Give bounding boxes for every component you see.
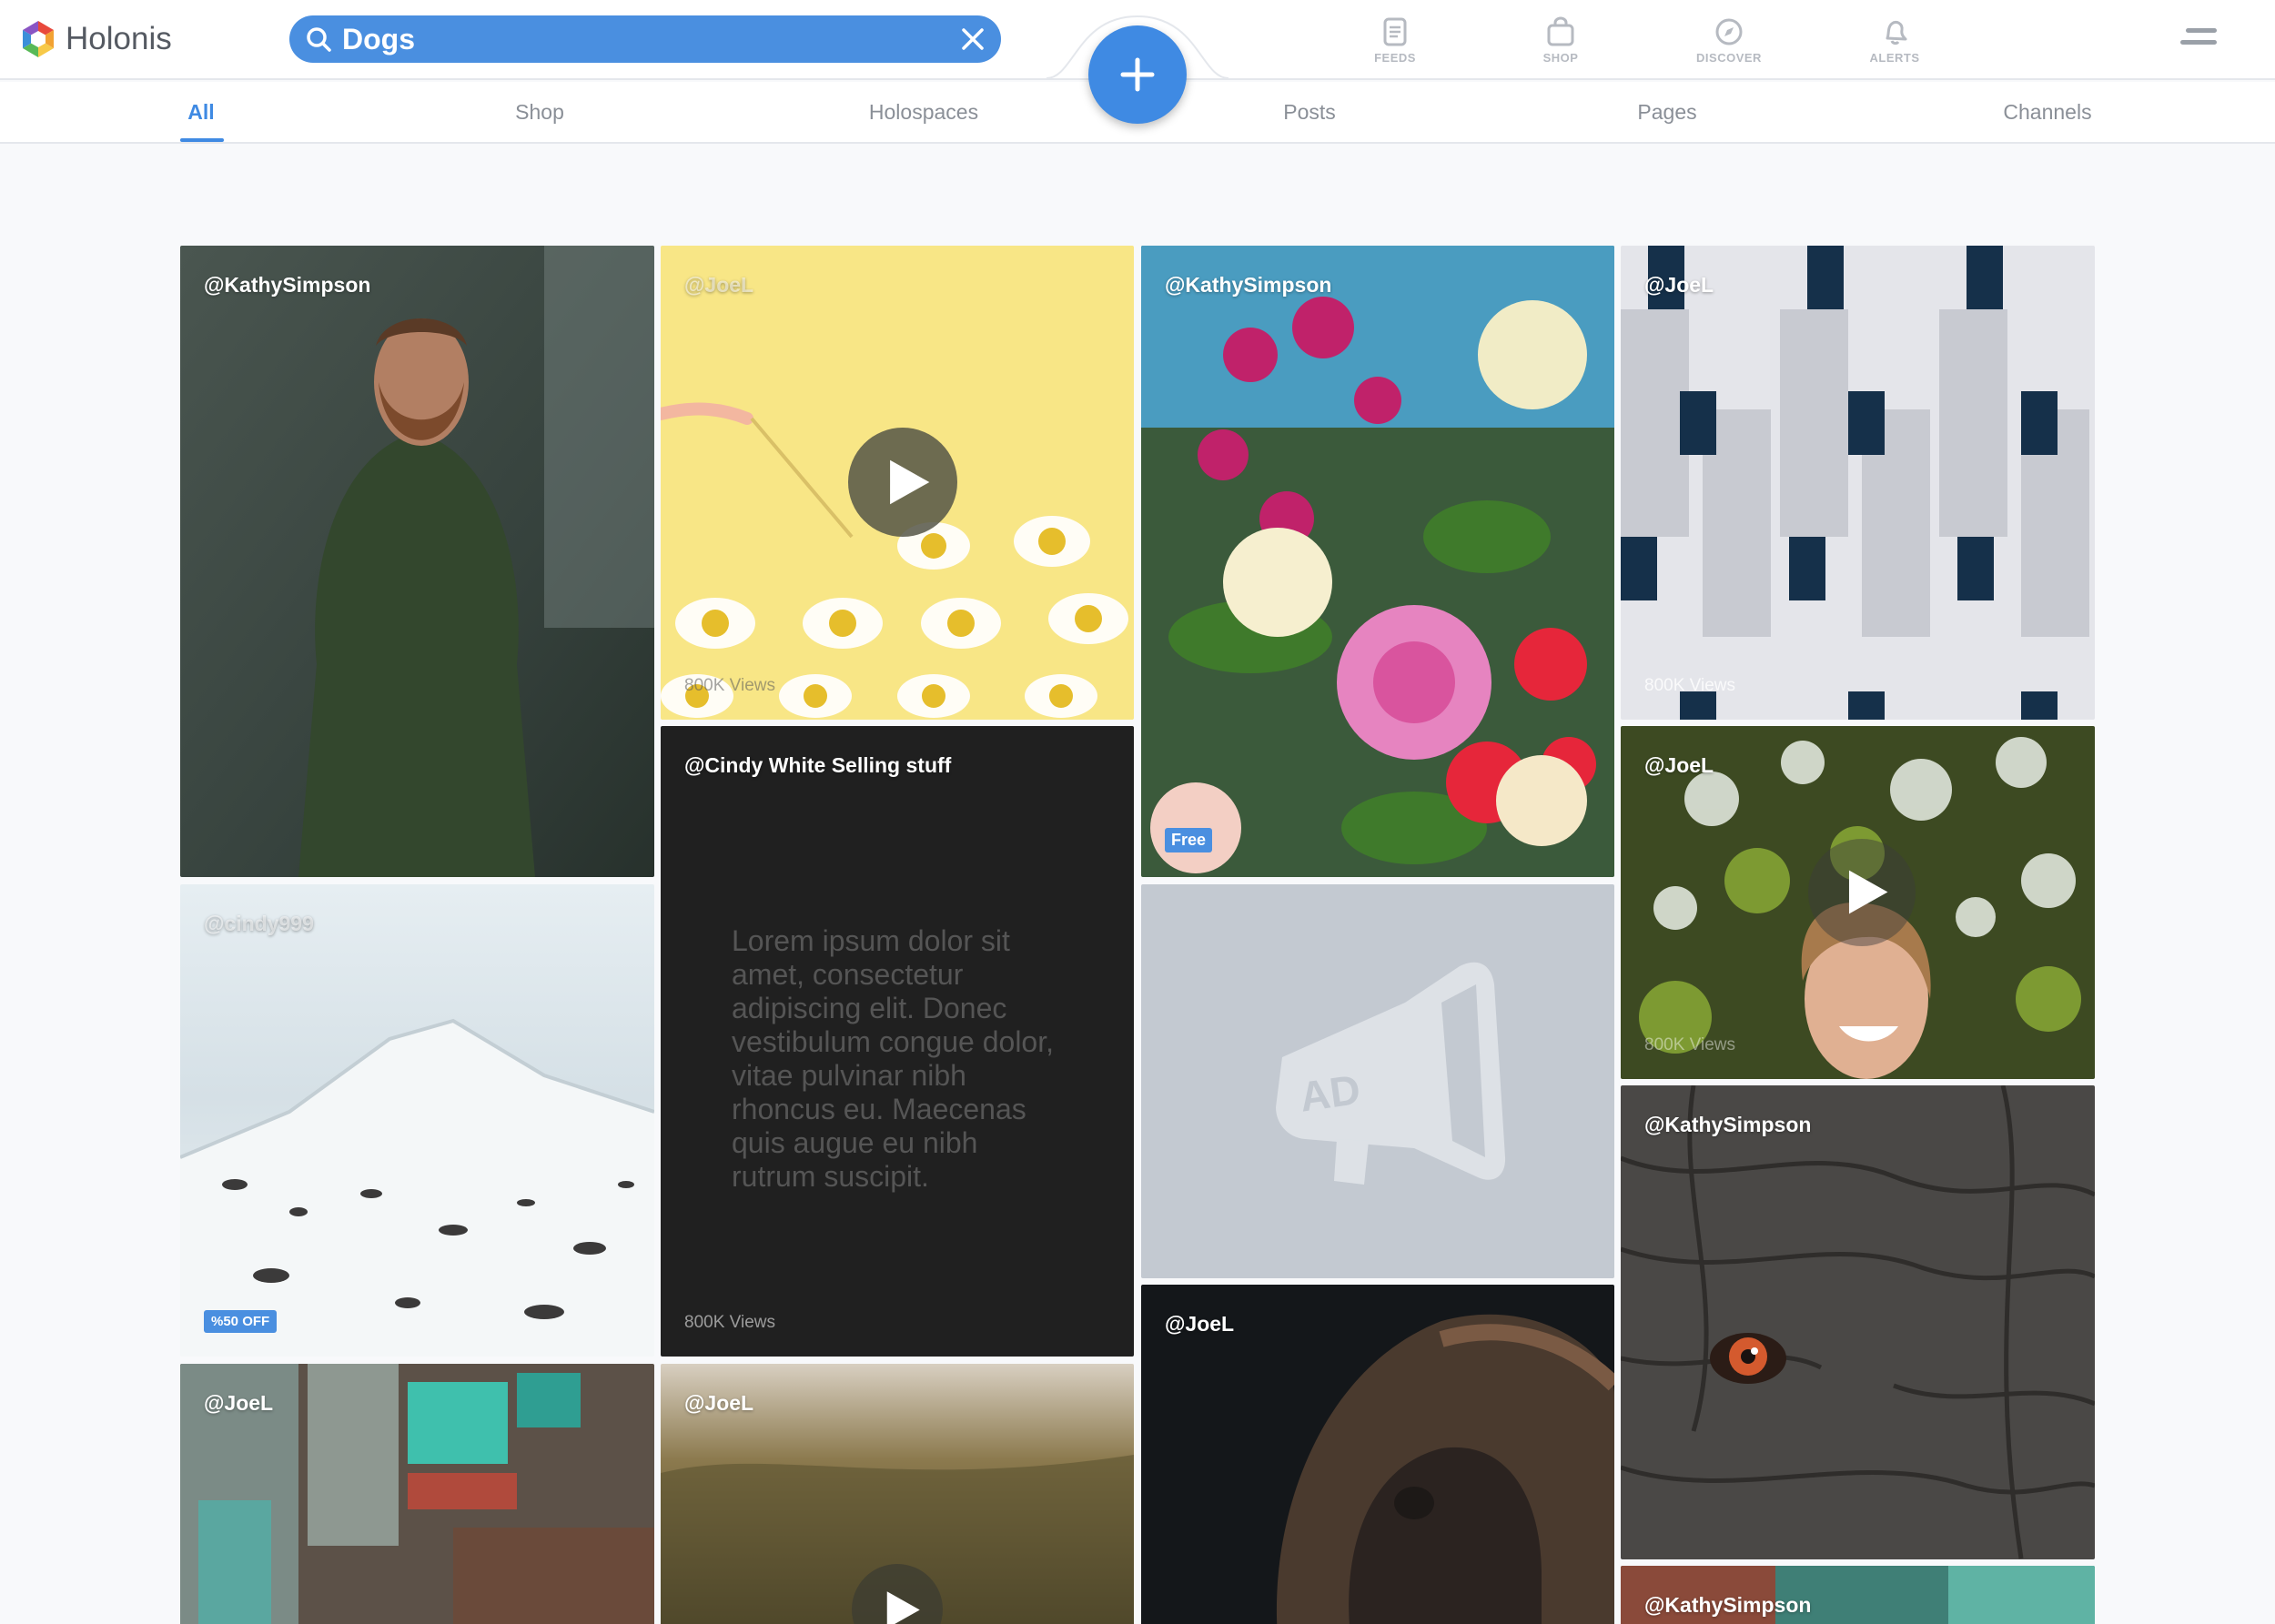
ad-card[interactable]: AD xyxy=(1141,884,1614,1278)
card-username: @cindy999 xyxy=(204,912,314,935)
app-name: Holonis xyxy=(66,21,172,56)
tab-posts[interactable]: Posts xyxy=(1283,100,1336,125)
post-text: Lorem ipsum dolor sit amet, consectetur … xyxy=(732,924,1054,1193)
play-icon xyxy=(1849,871,1888,914)
post-image xyxy=(180,884,654,1357)
search-input[interactable] xyxy=(342,22,959,56)
post-image xyxy=(180,246,654,877)
price-badge: Free xyxy=(1165,828,1213,852)
nav-shop-label: SHOP xyxy=(1542,51,1579,65)
nav-feeds[interactable]: FEEDS xyxy=(1345,16,1445,67)
discount-badge: %50 OFF xyxy=(204,1310,278,1333)
view-count: 800K Views xyxy=(1644,1035,1735,1054)
close-icon[interactable] xyxy=(959,25,986,53)
video-card[interactable]: @JoeL 800K Views xyxy=(1621,726,2095,1079)
card-username: @JoeL xyxy=(1644,273,1714,297)
hamburger-icon[interactable] xyxy=(2179,25,2222,53)
view-count: 800K Views xyxy=(1644,676,1735,695)
search-bar[interactable] xyxy=(289,15,1001,63)
nav-alerts[interactable]: ALERTS xyxy=(1845,16,1945,67)
nav-shop[interactable]: SHOP xyxy=(1511,16,1611,67)
post-card[interactable]: @cindy999 %50 OFF xyxy=(180,884,654,1357)
app-logo[interactable]: Holonis xyxy=(18,18,172,60)
play-icon xyxy=(886,1590,920,1624)
plus-icon xyxy=(1120,57,1155,92)
create-button[interactable] xyxy=(1088,25,1187,124)
card-username: @JoeL xyxy=(684,1391,754,1415)
post-image xyxy=(1141,246,1614,877)
bell-icon xyxy=(1886,20,1907,45)
card-username: @KathySimpson xyxy=(1165,273,1332,297)
text-post-card[interactable]: @Cindy White Selling stuff Lorem ipsum d… xyxy=(661,726,1134,1357)
nav-alerts-label: ALERTS xyxy=(1869,51,1920,65)
play-button[interactable] xyxy=(848,428,957,537)
card-username: @KathySimpson xyxy=(204,273,371,297)
tab-shop[interactable]: Shop xyxy=(515,100,564,125)
card-username: @KathySimpson xyxy=(1644,1113,1812,1136)
card-username: @Cindy White Selling stuff xyxy=(684,753,952,777)
megaphone-icon: AD xyxy=(1276,962,1506,1185)
tab-all[interactable]: All xyxy=(187,100,214,125)
post-card[interactable]: @KathySimpson xyxy=(1621,1085,2095,1559)
card-username: @JoeL xyxy=(1644,753,1714,777)
holonis-logo-icon xyxy=(23,21,54,57)
post-image xyxy=(1621,246,2095,720)
play-icon xyxy=(889,459,930,505)
view-count: 800K Views xyxy=(684,676,775,695)
active-tab-indicator xyxy=(180,138,224,142)
card-username: @JoeL xyxy=(1165,1312,1235,1336)
results-grid: @KathySimpson @cindy999 %50 OFF @JoeL @J… xyxy=(0,0,2275,1624)
post-card[interactable]: @KathySimpson xyxy=(180,246,654,877)
tab-holospaces[interactable]: Holospaces xyxy=(869,100,978,125)
shop-bag-icon xyxy=(1547,16,1574,46)
post-image xyxy=(1621,1085,2095,1559)
card-username: @JoeL xyxy=(204,1391,274,1415)
feeds-icon xyxy=(1383,17,1407,46)
card-username: @JoeL xyxy=(684,273,754,297)
nav-feeds-label: FEEDS xyxy=(1374,51,1416,65)
search-icon xyxy=(307,27,331,52)
nav-discover[interactable]: DISCOVER xyxy=(1679,16,1779,67)
post-card[interactable]: @JoeL xyxy=(180,1364,654,1624)
post-card[interactable]: @JoeL xyxy=(1141,1285,1614,1624)
ad-label: AD xyxy=(1297,1065,1363,1121)
tab-pages[interactable]: Pages xyxy=(1637,100,1696,125)
play-button[interactable] xyxy=(1808,839,1916,946)
video-card[interactable]: @JoeL 800K Views xyxy=(661,246,1134,720)
tab-channels[interactable]: Channels xyxy=(2003,100,2091,125)
video-card[interactable]: @JoeL xyxy=(661,1364,1134,1624)
card-username: @KathySimpson xyxy=(1644,1593,1812,1617)
nav-discover-label: DISCOVER xyxy=(1696,51,1762,65)
post-card[interactable]: @KathySimpson Free xyxy=(1141,246,1614,877)
post-card[interactable]: @KathySimpson xyxy=(1621,1566,2095,1624)
post-card[interactable]: @JoeL 800K Views xyxy=(1621,246,2095,720)
compass-icon xyxy=(1715,18,1743,45)
view-count: 800K Views xyxy=(684,1313,775,1332)
